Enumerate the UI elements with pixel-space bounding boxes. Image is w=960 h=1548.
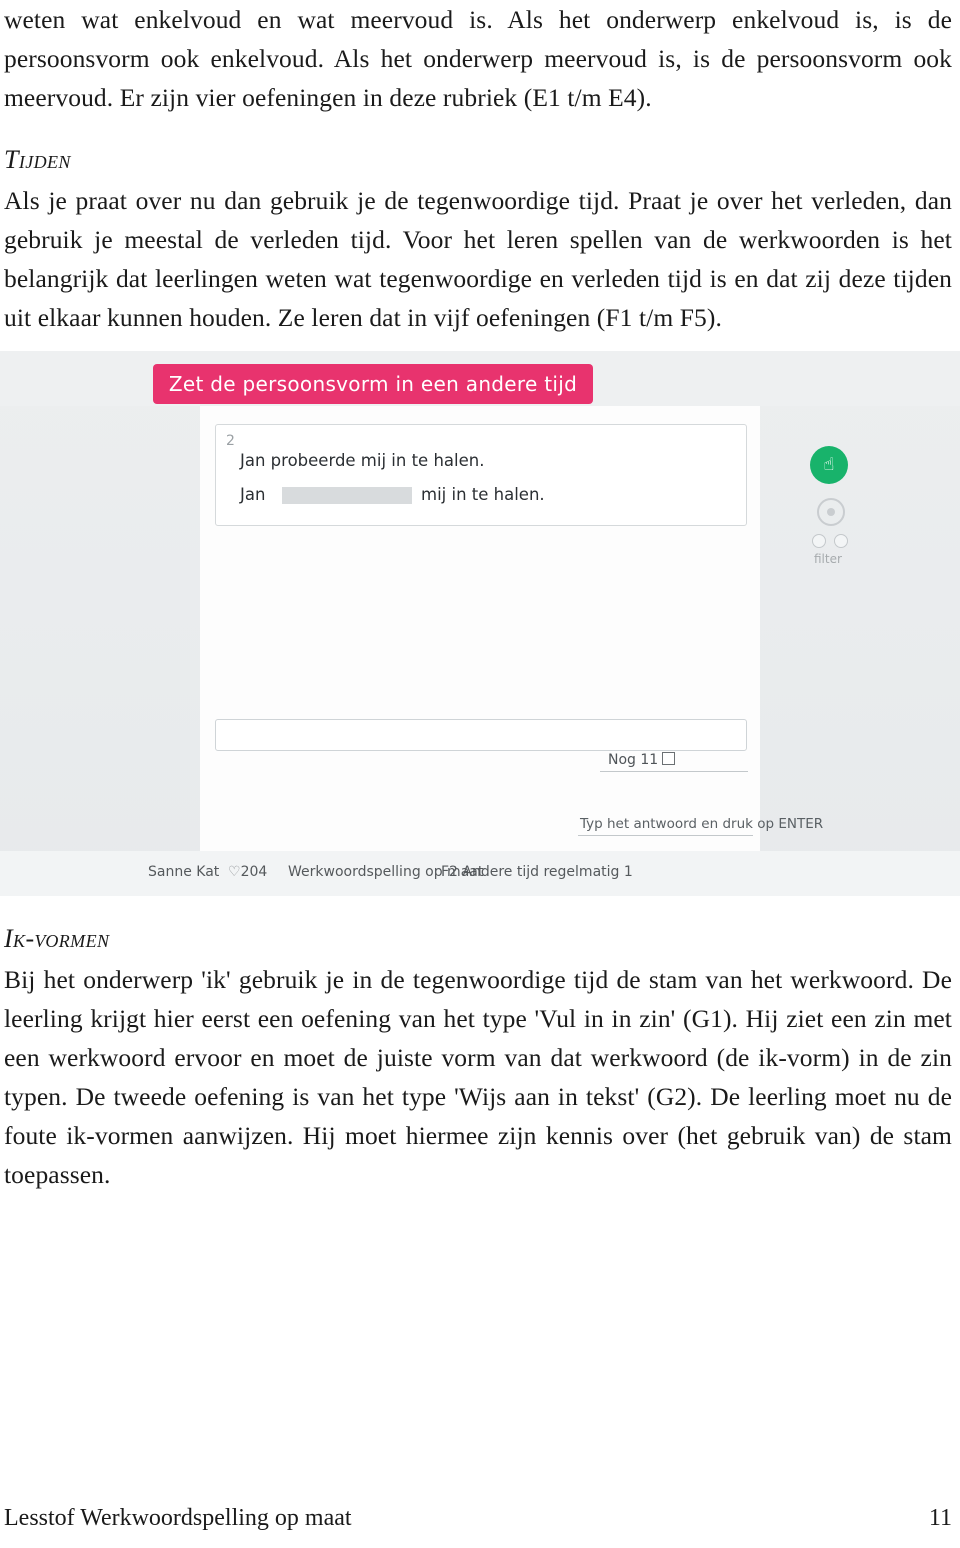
remaining-counter-box-icon xyxy=(662,752,676,765)
status-score-value: 204 xyxy=(240,864,268,880)
document-page: weten wat enkelvoud en wat meervoud is. … xyxy=(0,0,960,1548)
exercise-title-bar: Zet de persoonsvorm in een andere tijd xyxy=(153,364,593,404)
page-footer: Lesstof Werkwoordspelling op maat 11 xyxy=(0,1505,960,1532)
footer-title: Lesstof Werkwoordspelling op maat xyxy=(4,1505,352,1531)
status-task: F2 Andere tijd regelmatig 1 xyxy=(441,864,633,880)
paragraph-ikvormen: Bij het onderwerp 'ik' gebruik je in de … xyxy=(4,965,952,1189)
heart-icon: ♡ xyxy=(228,864,241,880)
filter-label: filter xyxy=(814,552,842,566)
heading-ikvormen: Ik-vormen xyxy=(4,924,110,953)
exercise-sentence: Jan probeerde mij in te halen. xyxy=(240,451,485,470)
exercise-card: 2 Jan probeerde mij in te halen. Jan mij… xyxy=(215,424,747,526)
counter-divider xyxy=(600,771,748,772)
footer-page-number: 11 xyxy=(928,1505,952,1531)
exercise-answer-suffix: mij in te halen. xyxy=(421,485,545,504)
filter-dot-right-icon[interactable] xyxy=(834,534,848,548)
input-hint: Typ het antwoord en druk op ENTER xyxy=(580,816,824,832)
target-icon xyxy=(817,498,845,526)
filter-dot-left-icon[interactable] xyxy=(812,534,826,548)
page-content: weten wat enkelvoud en wat meervoud is. … xyxy=(0,0,960,1194)
button-bar: Ok ✓ A-Z ▯▯ Help i Stop xyxy=(0,776,960,816)
answer-input[interactable] xyxy=(215,719,747,751)
exercise-number: 2 xyxy=(226,433,235,449)
heading-tijden: Tijden xyxy=(4,145,71,174)
status-student-name: Sanne Kat xyxy=(148,864,220,880)
status-bar: Sanne Kat ♡204 Werkwoordspelling op maat… xyxy=(0,851,960,896)
paragraph-intro: weten wat enkelvoud en wat meervoud is. … xyxy=(4,5,952,112)
exercise-answer-prefix: Jan xyxy=(240,485,266,504)
status-score: ♡204 xyxy=(228,864,267,880)
exercise-blank-field[interactable] xyxy=(282,487,412,504)
remaining-counter: Nog 11 xyxy=(608,752,676,768)
paragraph-tijden: Als je praat over nu dan gebruik je de t… xyxy=(4,186,952,332)
hand-gesture-icon[interactable]: ☝ xyxy=(810,446,848,484)
remaining-counter-label: Nog 11 xyxy=(608,752,659,768)
hint-divider xyxy=(578,835,753,836)
app-screenshot: Zet de persoonsvorm in een andere tijd 2… xyxy=(0,351,960,896)
